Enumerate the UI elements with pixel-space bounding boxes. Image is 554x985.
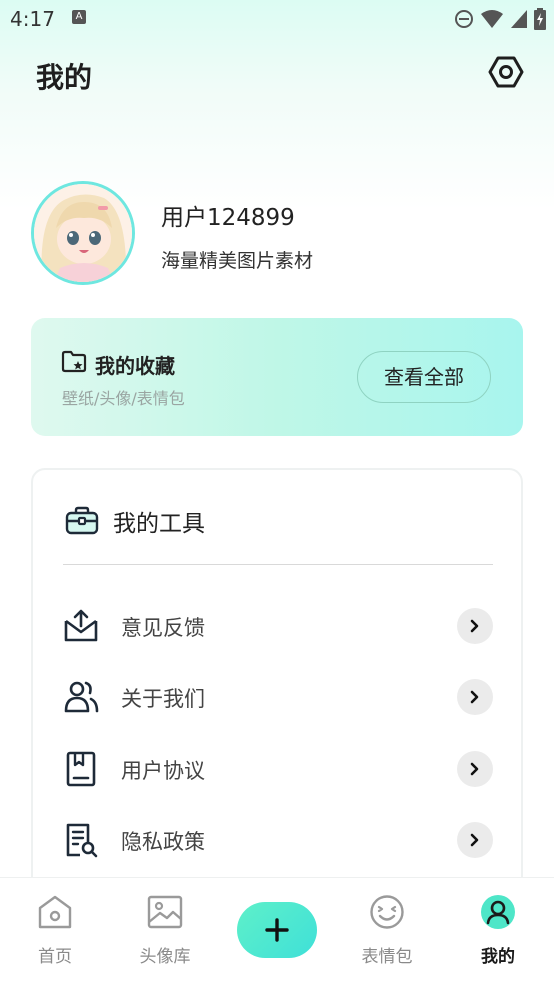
anime-girl-avatar-image bbox=[34, 184, 132, 282]
wifi-icon bbox=[481, 10, 503, 28]
sim-indicator-icon: A bbox=[72, 10, 86, 24]
page-title: 我的 bbox=[36, 61, 93, 94]
tab-label: 表情包 bbox=[361, 947, 413, 967]
toolbox-icon bbox=[65, 506, 99, 535]
profile-subtitle: 海量精美图片素材 bbox=[161, 250, 314, 272]
tool-item-feedback[interactable]: 意见反馈 bbox=[63, 598, 495, 654]
home-icon bbox=[38, 895, 72, 929]
smiley-icon bbox=[370, 895, 404, 929]
add-button[interactable] bbox=[237, 902, 317, 958]
tools-divider bbox=[63, 564, 493, 565]
tool-item-label: 隐私政策 bbox=[121, 830, 205, 854]
status-time: 4:17 bbox=[10, 7, 55, 31]
bottom-tab-bar: 首页 头像库 表情包 我的 bbox=[0, 877, 554, 985]
document-search-icon bbox=[66, 823, 98, 858]
tab-mine[interactable]: 我的 bbox=[448, 878, 548, 978]
battery-icon bbox=[534, 8, 546, 30]
tab-home[interactable]: 首页 bbox=[5, 878, 105, 978]
tool-item-label: 关于我们 bbox=[121, 687, 205, 711]
chevron-right-icon bbox=[457, 679, 493, 715]
image-icon bbox=[147, 895, 183, 929]
mail-upload-icon bbox=[64, 609, 98, 642]
user-icon bbox=[481, 895, 515, 929]
tool-item-label: 用户协议 bbox=[121, 759, 205, 783]
username: 用户124899 bbox=[161, 205, 295, 231]
tool-item-user-agreement[interactable]: 用户协议 bbox=[63, 741, 495, 797]
settings-button[interactable] bbox=[488, 54, 524, 90]
tool-item-label: 意见反馈 bbox=[121, 616, 205, 640]
tab-avatar-library[interactable]: 头像库 bbox=[115, 878, 215, 978]
chevron-right-icon bbox=[457, 751, 493, 787]
do-not-disturb-icon bbox=[455, 10, 473, 28]
tools-card: 我的工具 意见反馈 关于我们 用户协议 隐私政策 bbox=[31, 468, 523, 898]
tab-label: 头像库 bbox=[139, 947, 191, 967]
users-icon bbox=[64, 681, 99, 713]
tab-emoji[interactable]: 表情包 bbox=[337, 878, 437, 978]
settings-icon bbox=[488, 56, 524, 88]
agreement-book-icon bbox=[66, 751, 96, 787]
chevron-right-icon bbox=[457, 608, 493, 644]
folder-star-icon bbox=[61, 350, 87, 373]
tool-item-privacy[interactable]: 隐私政策 bbox=[63, 812, 495, 868]
avatar[interactable] bbox=[31, 181, 135, 285]
tab-label: 我的 bbox=[481, 947, 515, 967]
plus-icon bbox=[265, 918, 289, 942]
tool-item-about[interactable]: 关于我们 bbox=[63, 669, 495, 725]
signal-icon bbox=[511, 10, 527, 28]
favorites-card: 我的收藏 壁纸/头像/表情包 查看全部 bbox=[31, 318, 523, 436]
view-all-button[interactable]: 查看全部 bbox=[357, 351, 491, 403]
tools-title: 我的工具 bbox=[113, 511, 205, 537]
status-bar: 4:17 A bbox=[0, 0, 554, 38]
tab-label: 首页 bbox=[38, 947, 72, 967]
favorites-subtitle: 壁纸/头像/表情包 bbox=[62, 389, 185, 408]
status-icons bbox=[454, 8, 546, 30]
favorites-title: 我的收藏 bbox=[95, 354, 175, 378]
tools-header: 我的工具 bbox=[65, 504, 205, 538]
chevron-right-icon bbox=[457, 822, 493, 858]
